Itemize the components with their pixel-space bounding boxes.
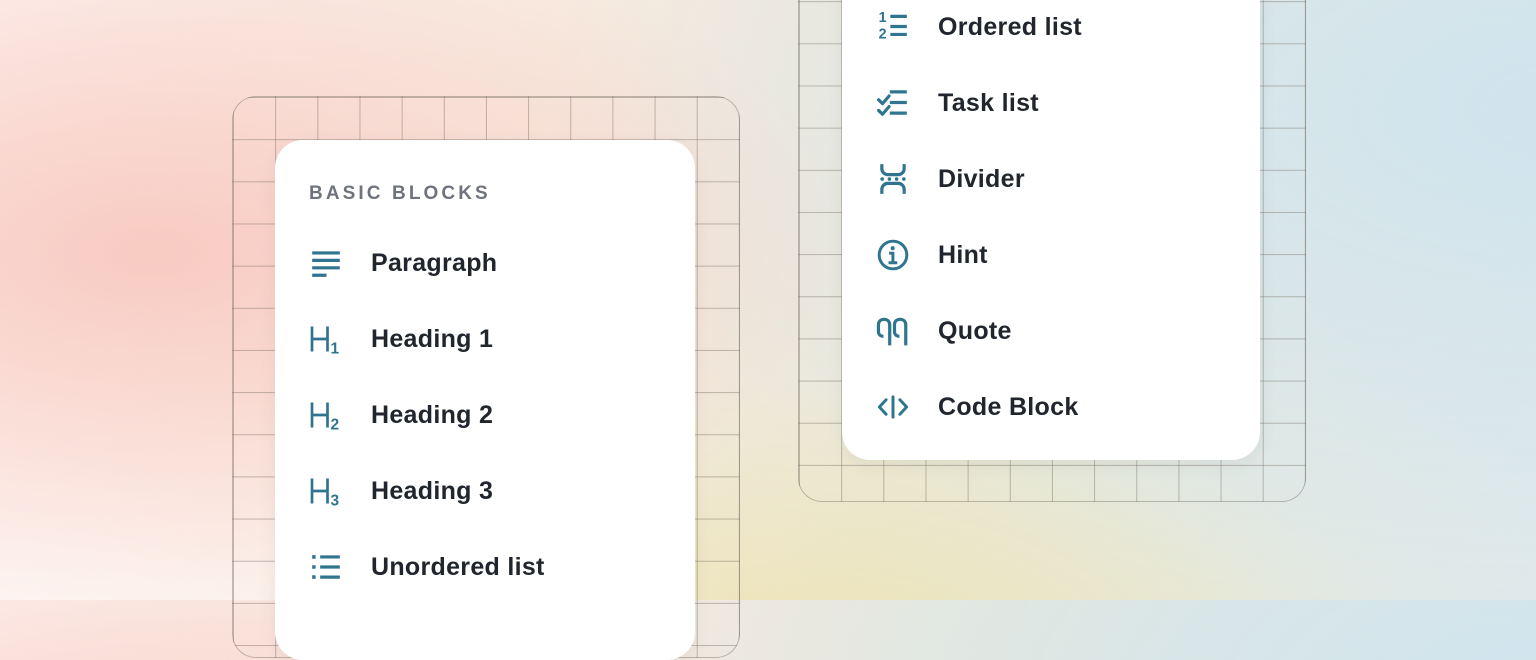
block-menu-card-right: 1 2 Ordered list Task list Divider Hint Q… [842, 0, 1260, 460]
menu-item-label: Divider [938, 165, 1025, 194]
menu-item-paragraph[interactable]: Paragraph [275, 225, 695, 301]
menu-item-label: Unordered list [371, 553, 545, 582]
svg-text:1: 1 [331, 341, 340, 357]
menu-item-hint[interactable]: Hint [842, 217, 1260, 293]
menu-item-quote[interactable]: Quote [842, 293, 1260, 369]
page-background: { "colors": { "icon_accent": "#2F7590", … [0, 0, 1536, 600]
ordered-list-icon: 1 2 [874, 9, 912, 45]
menu-item-heading-2[interactable]: 2 Heading 2 [275, 377, 695, 453]
menu-item-label: Ordered list [938, 13, 1082, 42]
heading-2-icon: 2 [307, 397, 345, 433]
paragraph-icon [307, 245, 345, 281]
svg-text:2: 2 [879, 27, 887, 43]
menu-item-code-block[interactable]: Code Block [842, 369, 1260, 445]
menu-item-label: Heading 2 [371, 401, 493, 430]
svg-text:1: 1 [879, 10, 887, 26]
menu-item-label: Hint [938, 241, 988, 270]
menu-item-label: Paragraph [371, 249, 497, 278]
menu-item-task-list[interactable]: Task list [842, 65, 1260, 141]
block-menu-card-left: BASIC BLOCKS Paragraph 1 Heading 1 2 Hea… [275, 140, 695, 660]
svg-text:3: 3 [331, 493, 340, 509]
unordered-list-icon [307, 549, 345, 585]
hint-icon [874, 237, 912, 273]
menu-item-heading-1[interactable]: 1 Heading 1 [275, 301, 695, 377]
menu-item-label: Code Block [938, 393, 1079, 422]
menu-item-label: Quote [938, 317, 1012, 346]
heading-1-icon: 1 [307, 321, 345, 357]
menu-item-label: Heading 3 [371, 477, 493, 506]
menu-item-label: Task list [938, 89, 1039, 118]
menu-item-unordered-list[interactable]: Unordered list [275, 529, 695, 605]
section-header-basic-blocks: BASIC BLOCKS [309, 184, 695, 203]
quote-icon [874, 313, 912, 349]
svg-text:2: 2 [331, 417, 340, 433]
menu-item-label: Heading 1 [371, 325, 493, 354]
divider-icon [874, 161, 912, 197]
menu-item-divider[interactable]: Divider [842, 141, 1260, 217]
heading-3-icon: 3 [307, 473, 345, 509]
menu-item-ordered-list[interactable]: 1 2 Ordered list [842, 0, 1260, 65]
task-list-icon [874, 85, 912, 121]
menu-item-heading-3[interactable]: 3 Heading 3 [275, 453, 695, 529]
code-block-icon [874, 389, 912, 425]
block-menu-list-right: 1 2 Ordered list Task list Divider Hint Q… [842, 0, 1260, 445]
block-menu-list-left: Paragraph 1 Heading 1 2 Heading 2 3 Head… [275, 225, 695, 605]
